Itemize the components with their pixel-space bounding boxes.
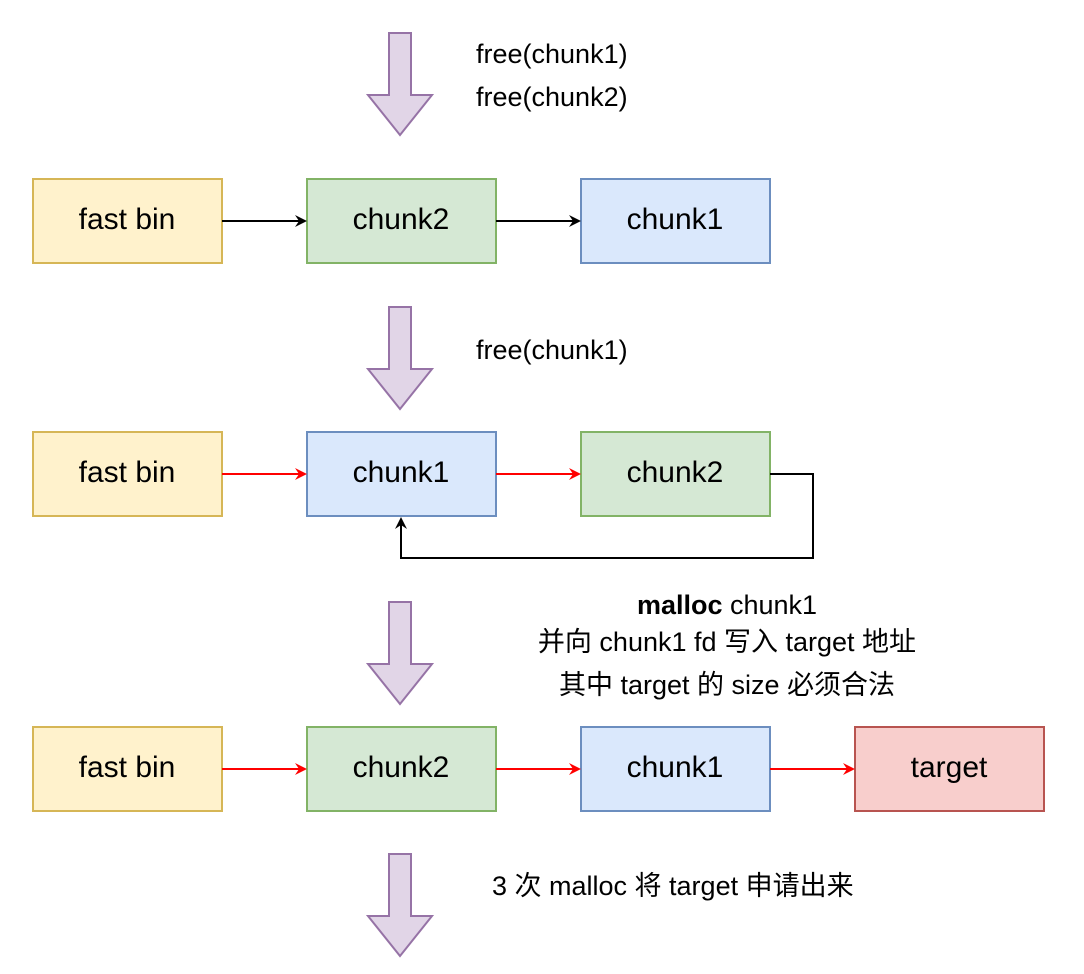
- step4-note: 3 次 malloc 将 target 申请出来: [492, 871, 854, 901]
- heap-diagram: free(chunk1) free(chunk2) fast bin chunk…: [32, 32, 1045, 958]
- step2-note: free(chunk1): [476, 335, 628, 365]
- row3-fastbin-label: fast bin: [79, 751, 176, 784]
- row1-fastbin-label: fast bin: [79, 203, 176, 236]
- step3-note-line2: 并向 chunk1 fd 写入 target 地址: [538, 627, 916, 657]
- step3-note-line1-rest: chunk1: [722, 590, 817, 620]
- row2-chunk2-label: chunk2: [627, 456, 724, 489]
- step3-note-bold: malloc: [637, 590, 723, 620]
- step1-note-line1: free(chunk1): [476, 39, 628, 69]
- row2-chunk1-label: chunk1: [353, 456, 450, 489]
- flow-down-arrow-1: [365, 32, 435, 137]
- step1-note-line2: free(chunk2): [476, 82, 628, 112]
- flow-down-arrow-2: [365, 306, 435, 411]
- row3-chunk2-label: chunk2: [353, 751, 450, 784]
- row1-chunk1-label: chunk1: [627, 203, 724, 236]
- step3-note-line3: 其中 target 的 size 必须合法: [559, 670, 895, 700]
- flow-down-arrow-4: [365, 853, 435, 958]
- row2-fastbin-label: fast bin: [79, 456, 176, 489]
- row1-chunk2-label: chunk2: [353, 203, 450, 236]
- row3-chunk1-label: chunk1: [627, 751, 724, 784]
- step3-note-line1: malloc chunk1: [637, 590, 817, 620]
- row3-target-label: target: [911, 751, 988, 784]
- flow-down-arrow-3: [365, 601, 435, 706]
